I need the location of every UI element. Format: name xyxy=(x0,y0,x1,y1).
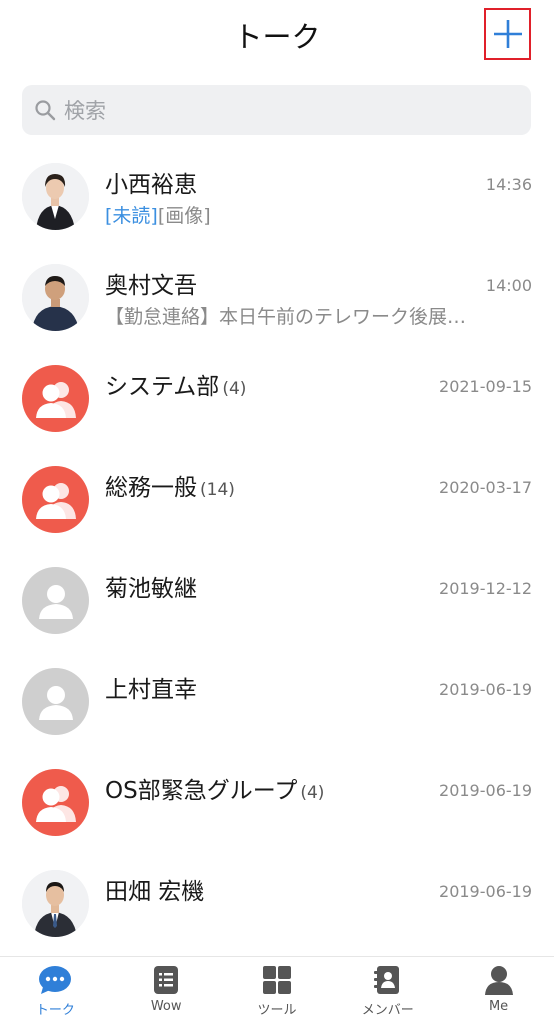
chat-row[interactable]: システム部 (4) 2021-09-15 xyxy=(0,349,554,449)
search-placeholder: 検索 xyxy=(64,99,106,123)
member-count: (4) xyxy=(222,379,247,399)
header: トーク xyxy=(0,0,554,72)
preview-text: [画像] xyxy=(157,205,211,227)
chat-name: 奥村文吾 xyxy=(105,273,197,299)
tab-label: Me xyxy=(488,999,509,1014)
tab-label: トーク xyxy=(35,1003,75,1018)
grid-icon xyxy=(262,966,291,994)
search-input[interactable]: 検索 xyxy=(22,85,531,135)
page-title: トーク xyxy=(233,20,321,54)
chat-row[interactable]: 田畑 宏機 2019-06-19 xyxy=(0,854,554,954)
chat-name: システム部 xyxy=(105,374,220,400)
chat-time: 2019-06-19 xyxy=(439,781,532,800)
tab-me[interactable]: Me xyxy=(443,957,554,1024)
chat-name: 総務一般 xyxy=(105,475,197,501)
chat-time: 14:00 xyxy=(485,276,532,295)
default-avatar-icon xyxy=(22,668,89,735)
unread-tag: [未読] xyxy=(105,205,158,227)
add-chat-button[interactable] xyxy=(484,8,531,60)
tab-label: ツール xyxy=(257,1003,297,1018)
chat-name: 上村直幸 xyxy=(105,677,197,703)
bottom-tab-bar: トーク Wow ツール メンバー Me xyxy=(0,956,554,1024)
chat-name: 田畑 宏機 xyxy=(105,879,205,905)
chat-row[interactable]: 奥村文吾 14:00 【勤怠連絡】本日午前のテレワーク後展… xyxy=(0,248,554,348)
chat-time: 2019-06-19 xyxy=(439,680,532,699)
person-icon xyxy=(484,966,513,995)
chat-row[interactable]: 菊池敏継 2019-12-12 xyxy=(0,551,554,651)
chat-time: 2021-09-15 xyxy=(439,377,532,396)
tab-tools[interactable]: ツール xyxy=(222,957,333,1024)
member-count: (14) xyxy=(200,480,235,500)
chat-row[interactable]: OS部緊急グループ (4) 2019-06-19 xyxy=(0,753,554,853)
avatar xyxy=(22,163,89,230)
tab-talk[interactable]: トーク xyxy=(0,957,111,1024)
chat-preview: [未読][画像] xyxy=(105,201,505,228)
group-avatar-icon xyxy=(22,769,89,836)
search-icon xyxy=(35,100,56,121)
chat-time: 2019-12-12 xyxy=(439,579,532,598)
contacts-icon xyxy=(373,966,399,994)
plus-icon xyxy=(493,20,522,48)
chat-time: 2020-03-17 xyxy=(439,478,532,497)
chat-time: 2019-06-19 xyxy=(439,882,532,901)
avatar xyxy=(22,264,89,331)
chat-name: 小西裕恵 xyxy=(105,172,197,198)
chat-bubble-icon xyxy=(39,966,72,994)
chat-name: 菊池敏継 xyxy=(105,576,197,602)
chat-row[interactable]: 総務一般 (14) 2020-03-17 xyxy=(0,450,554,550)
wow-icon xyxy=(154,966,179,994)
default-avatar-icon xyxy=(22,567,89,634)
chat-row[interactable]: 上村直幸 2019-06-19 xyxy=(0,652,554,752)
member-count: (4) xyxy=(300,783,325,803)
chat-preview: 【勤怠連絡】本日午前のテレワーク後展… xyxy=(105,306,467,328)
tab-label: Wow xyxy=(150,999,182,1014)
tab-members[interactable]: メンバー xyxy=(332,957,443,1024)
avatar xyxy=(22,870,89,937)
group-avatar-icon xyxy=(22,365,89,432)
chat-name: OS部緊急グループ xyxy=(105,778,298,804)
tab-wow[interactable]: Wow xyxy=(111,957,222,1024)
chat-time: 14:36 xyxy=(485,175,532,194)
chat-row[interactable]: 小西裕恵 14:36 [未読][画像] xyxy=(0,147,554,247)
tab-label: メンバー xyxy=(361,1003,414,1018)
group-avatar-icon xyxy=(22,466,89,533)
